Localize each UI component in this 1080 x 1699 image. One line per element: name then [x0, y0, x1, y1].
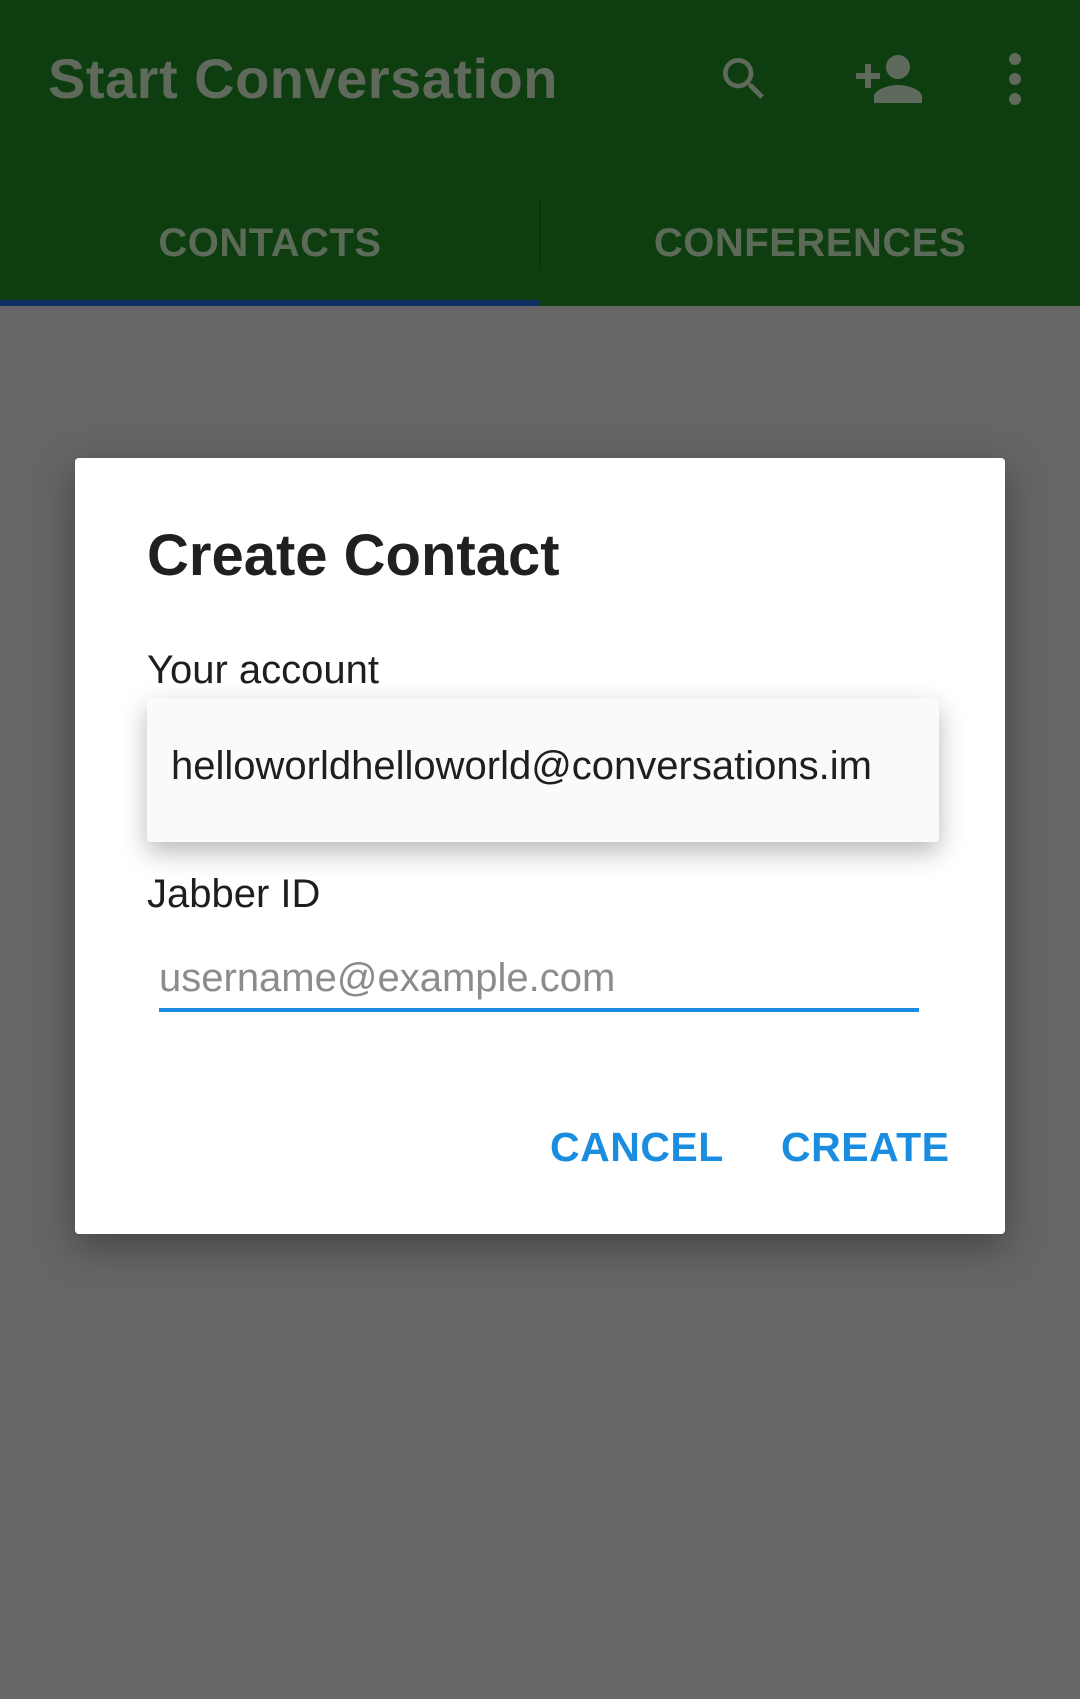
app-title: Start Conversation — [48, 47, 558, 110]
add-contact-button[interactable] — [850, 46, 928, 112]
app-bar: Start Conversation CONTACTS CONFERENCES — [0, 0, 1080, 306]
create-contact-dialog: Create Contact Your account helloworldhe… — [75, 458, 1005, 1234]
add-person-icon — [856, 55, 922, 103]
cancel-button[interactable]: CANCEL — [550, 1124, 724, 1171]
overflow-menu-icon — [1009, 53, 1021, 105]
jabber-id-input[interactable] — [159, 948, 919, 1012]
account-dropdown[interactable]: helloworldhelloworld@conversations.im — [147, 698, 939, 842]
tab-conferences[interactable]: CONFERENCES — [540, 180, 1080, 306]
search-button[interactable] — [708, 46, 780, 112]
dialog-title: Create Contact — [147, 523, 560, 588]
account-value: helloworldhelloworld@conversations.im — [171, 744, 872, 788]
overflow-menu-button[interactable] — [995, 46, 1035, 112]
tab-bar: CONTACTS CONFERENCES — [0, 180, 1080, 306]
tab-indicator — [0, 300, 539, 306]
account-label: Your account — [147, 648, 380, 692]
create-button[interactable]: CREATE — [781, 1124, 950, 1171]
tab-contacts[interactable]: CONTACTS — [0, 180, 540, 306]
search-icon — [723, 58, 764, 99]
jabber-id-label: Jabber ID — [147, 872, 321, 916]
